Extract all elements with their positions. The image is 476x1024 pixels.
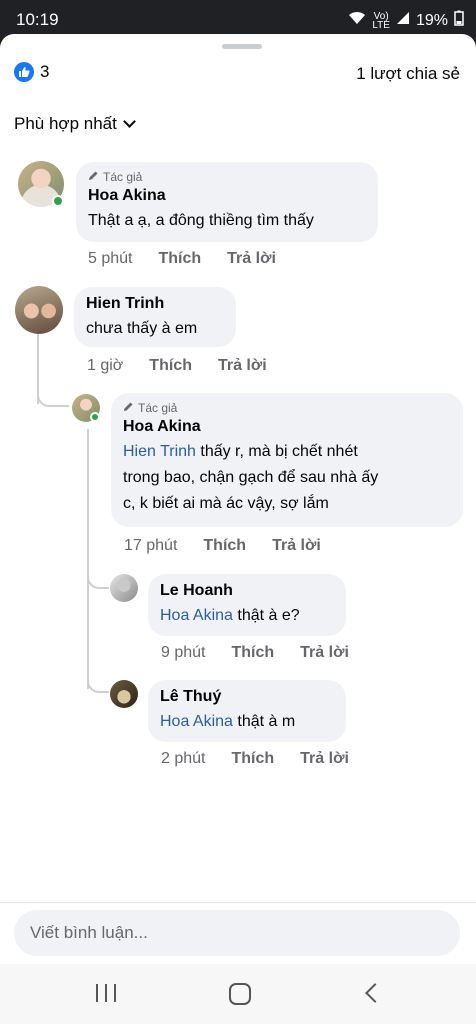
online-status-dot bbox=[90, 412, 100, 422]
comment-author-name[interactable]: Hien Trinh bbox=[86, 295, 224, 313]
recent-apps-icon[interactable] bbox=[96, 984, 116, 1004]
comment-time: 1 giờ bbox=[87, 357, 124, 374]
like-button[interactable]: Thích bbox=[231, 644, 274, 662]
reply-author-name[interactable]: Lê Thuý bbox=[160, 688, 334, 706]
reply-text-line: thật à m bbox=[232, 713, 296, 730]
reply-bubble[interactable]: Le Hoanh Hoa Akina thật à e? bbox=[148, 574, 346, 636]
reply-button[interactable]: Trả lời bbox=[218, 357, 267, 375]
wifi-icon bbox=[348, 11, 366, 30]
reaction-count: 3 bbox=[40, 62, 50, 81]
comment-actions: 1 giờ Thích Trả lời bbox=[87, 357, 267, 375]
comment-text: chưa thấy à em bbox=[86, 320, 198, 337]
like-button[interactable]: Thích bbox=[203, 537, 246, 555]
reply-actions: 2 phút Thích Trả lời bbox=[161, 750, 349, 768]
reply-button[interactable]: Trả lời bbox=[227, 250, 276, 268]
status-time: 10:19 bbox=[16, 10, 59, 29]
comment-bubble[interactable]: Tác giả Hoa Akina Thật a ạ, a đông thiền… bbox=[76, 162, 378, 242]
sort-dropdown[interactable]: Phù hợp nhất bbox=[14, 114, 136, 134]
reply-bubble[interactable]: Lê Thuý Hoa Akina thật à m bbox=[148, 680, 346, 742]
comment-composer: Viết bình luận... bbox=[0, 902, 476, 964]
reply-text-line: trong bao, chận gạch để sau nhà ấy bbox=[123, 469, 379, 486]
comment-time: 5 phút bbox=[88, 250, 133, 267]
chevron-down-icon bbox=[122, 114, 136, 128]
reply-time: 9 phút bbox=[161, 644, 206, 661]
like-button[interactable]: Thích bbox=[231, 750, 274, 768]
reply-time: 2 phút bbox=[161, 750, 206, 767]
reply-author-name[interactable]: Hoa Akina bbox=[123, 418, 451, 436]
volte-icon: Vo) LTE bbox=[372, 10, 390, 31]
like-button[interactable]: Thích bbox=[158, 250, 201, 268]
reply-button[interactable]: Trả lời bbox=[272, 537, 321, 555]
comment-author-name[interactable]: Hoa Akina bbox=[88, 187, 366, 205]
reply-text-line: thật à e? bbox=[232, 607, 300, 624]
thread-connector bbox=[87, 564, 109, 589]
mention-link[interactable]: Hien Trinh bbox=[123, 443, 196, 460]
comment-text: Thật a ạ, a đông thiềng tìm thấy bbox=[88, 212, 314, 229]
reply-time: 17 phút bbox=[124, 537, 178, 554]
avatar[interactable] bbox=[110, 680, 138, 708]
pencil-icon bbox=[88, 170, 99, 184]
reply-button[interactable]: Trả lời bbox=[300, 644, 349, 662]
mention-link[interactable]: Hoa Akina bbox=[160, 713, 233, 730]
author-badge: Tác giả bbox=[88, 170, 366, 184]
reply-text: Hien Trinh thấy r, mà bị chết nhét trong… bbox=[123, 439, 451, 517]
reaction-summary[interactable]: 3 bbox=[14, 62, 49, 82]
reply-text: Hoa Akina thật à m bbox=[160, 709, 334, 735]
avatar[interactable] bbox=[15, 286, 63, 334]
reply-author-name[interactable]: Le Hoanh bbox=[160, 582, 334, 600]
reply-actions: 9 phút Thích Trả lời bbox=[161, 644, 349, 662]
battery-icon bbox=[454, 10, 464, 31]
sort-label: Phù hợp nhất bbox=[14, 114, 117, 133]
reply-text-line: c, k biết ai mà ác vậy, sợ lắm bbox=[123, 495, 329, 512]
online-status-dot bbox=[52, 195, 64, 207]
comment-actions: 5 phút Thích Trả lời bbox=[88, 250, 276, 268]
comment-input[interactable]: Viết bình luận... bbox=[14, 910, 460, 956]
mention-link[interactable]: Hoa Akina bbox=[160, 607, 233, 624]
author-badge-label: Tác giả bbox=[103, 170, 143, 184]
reply-bubble[interactable]: Tác giả Hoa Akina Hien Trinh thấy r, mà … bbox=[111, 393, 463, 527]
thread-line bbox=[87, 429, 89, 689]
system-nav-bar bbox=[0, 964, 476, 1024]
avatar[interactable] bbox=[110, 574, 138, 602]
back-icon[interactable] bbox=[365, 983, 385, 1003]
signal-icon bbox=[396, 11, 410, 30]
comments-sheet: 3 1 lượt chia sẻ Phù hợp nhất Tác giả Ho… bbox=[0, 34, 476, 964]
like-button[interactable]: Thích bbox=[149, 357, 192, 375]
drag-handle[interactable] bbox=[222, 44, 262, 49]
reply-actions: 17 phút Thích Trả lời bbox=[124, 537, 321, 555]
battery-level: 19% bbox=[415, 11, 448, 29]
author-badge-label: Tác giả bbox=[138, 401, 178, 415]
comment-bubble[interactable]: Hien Trinh chưa thấy à em bbox=[74, 287, 236, 347]
reply-button[interactable]: Trả lời bbox=[300, 750, 349, 768]
author-badge: Tác giả bbox=[123, 401, 451, 415]
like-reaction-icon bbox=[14, 62, 34, 82]
reply-text: Hoa Akina thật à e? bbox=[160, 603, 334, 629]
pencil-icon bbox=[123, 401, 134, 415]
share-count[interactable]: 1 lượt chia sẻ bbox=[356, 64, 460, 84]
thread-connector bbox=[37, 374, 69, 407]
status-icons: Vo) LTE 19% bbox=[348, 10, 464, 31]
thread-connector bbox=[87, 664, 109, 693]
home-icon[interactable] bbox=[229, 983, 251, 1005]
reply-text-line: thấy r, mà bị chết nhét bbox=[195, 443, 358, 460]
